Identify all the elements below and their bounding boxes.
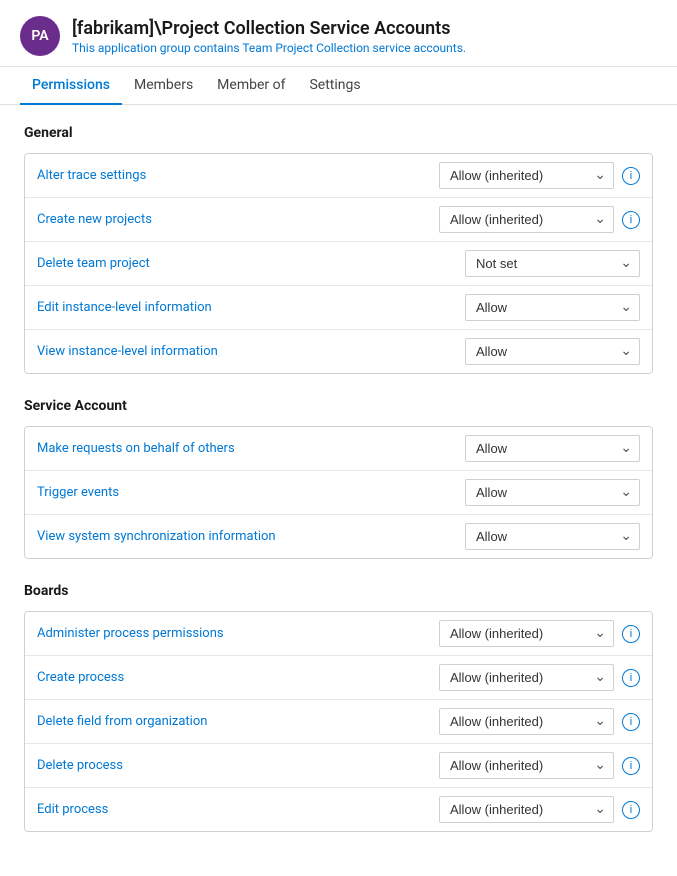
permission-row-view-sync: View system synchronization information …	[25, 515, 652, 558]
select-edit-instance[interactable]: Allow Not set Allow (inherited) Deny	[465, 294, 640, 321]
select-administer-process[interactable]: Allow (inherited) Not set Allow Deny	[439, 620, 614, 647]
select-wrapper-edit-process: Allow (inherited) Not set Allow Deny	[439, 796, 614, 823]
select-trigger-events[interactable]: Allow Not set Allow (inherited) Deny	[465, 479, 640, 506]
permission-label-create-process[interactable]: Create process	[37, 670, 439, 685]
permission-control-delete-project: Not set Allow Allow (inherited) Deny	[465, 250, 640, 277]
permission-row-delete-project: Delete team project Not set Allow Allow …	[25, 242, 652, 286]
tab-permissions[interactable]: Permissions	[20, 67, 122, 105]
permission-control-create-projects: Allow (inherited) Not set Allow Deny i	[439, 206, 640, 233]
info-icon-delete-process[interactable]: i	[622, 757, 640, 775]
permission-control-edit-instance: Allow Not set Allow (inherited) Deny	[465, 294, 640, 321]
permission-label-delete-process[interactable]: Delete process	[37, 758, 439, 773]
permission-control-administer-process: Allow (inherited) Not set Allow Deny i	[439, 620, 640, 647]
tab-members[interactable]: Members	[122, 67, 205, 105]
select-wrapper-alter-trace: Allow (inherited) Not set Allow Deny	[439, 162, 614, 189]
select-alter-trace[interactable]: Allow (inherited) Not set Allow Deny	[439, 162, 614, 189]
select-wrapper-trigger-events: Allow Not set Allow (inherited) Deny	[465, 479, 640, 506]
select-create-projects[interactable]: Allow (inherited) Not set Allow Deny	[439, 206, 614, 233]
permission-row-create-projects: Create new projects Allow (inherited) No…	[25, 198, 652, 242]
select-edit-process[interactable]: Allow (inherited) Not set Allow Deny	[439, 796, 614, 823]
permission-row-administer-process: Administer process permissions Allow (in…	[25, 612, 652, 656]
select-delete-process[interactable]: Allow (inherited) Not set Allow Deny	[439, 752, 614, 779]
permission-row-create-process: Create process Allow (inherited) Not set…	[25, 656, 652, 700]
permission-control-alter-trace: Allow (inherited) Not set Allow Deny i	[439, 162, 640, 189]
permission-control-delete-process: Allow (inherited) Not set Allow Deny i	[439, 752, 640, 779]
page-subtitle: This application group contains Team Pro…	[72, 41, 466, 55]
section-general-title: General	[24, 125, 653, 141]
permission-control-make-requests: Allow Not set Allow (inherited) Deny	[465, 435, 640, 462]
select-wrapper-make-requests: Allow Not set Allow (inherited) Deny	[465, 435, 640, 462]
select-wrapper-view-instance: Allow Not set Allow (inherited) Deny	[465, 338, 640, 365]
permission-label-alter-trace[interactable]: Alter trace settings	[37, 168, 439, 183]
permission-label-edit-process[interactable]: Edit process	[37, 802, 439, 817]
section-general-body: Alter trace settings Allow (inherited) N…	[24, 153, 653, 374]
info-icon-edit-process[interactable]: i	[622, 801, 640, 819]
info-icon-create-projects[interactable]: i	[622, 211, 640, 229]
section-service-account-body: Make requests on behalf of others Allow …	[24, 426, 653, 559]
permission-row-edit-process: Edit process Allow (inherited) Not set A…	[25, 788, 652, 831]
section-service-account: Service Account Make requests on behalf …	[24, 398, 653, 559]
nav-tabs: Permissions Members Member of Settings	[0, 67, 677, 105]
select-wrapper-delete-field: Allow (inherited) Not set Allow Deny	[439, 708, 614, 735]
header-text: [fabrikam]\Project Collection Service Ac…	[72, 18, 466, 55]
select-wrapper-delete-process: Allow (inherited) Not set Allow Deny	[439, 752, 614, 779]
select-create-process[interactable]: Allow (inherited) Not set Allow Deny	[439, 664, 614, 691]
section-boards-body: Administer process permissions Allow (in…	[24, 611, 653, 832]
permission-control-delete-field: Allow (inherited) Not set Allow Deny i	[439, 708, 640, 735]
section-general: General Alter trace settings Allow (inhe…	[24, 125, 653, 374]
select-view-sync[interactable]: Allow Not set Allow (inherited) Deny	[465, 523, 640, 550]
select-wrapper-administer-process: Allow (inherited) Not set Allow Deny	[439, 620, 614, 647]
section-service-account-title: Service Account	[24, 398, 653, 414]
permission-control-trigger-events: Allow Not set Allow (inherited) Deny	[465, 479, 640, 506]
permission-control-view-sync: Allow Not set Allow (inherited) Deny	[465, 523, 640, 550]
page-title: [fabrikam]\Project Collection Service Ac…	[72, 18, 466, 39]
permission-label-create-projects[interactable]: Create new projects	[37, 212, 439, 227]
select-wrapper-delete-project: Not set Allow Allow (inherited) Deny	[465, 250, 640, 277]
info-icon-delete-field[interactable]: i	[622, 713, 640, 731]
select-wrapper-create-projects: Allow (inherited) Not set Allow Deny	[439, 206, 614, 233]
permission-label-view-instance[interactable]: View instance-level information	[37, 344, 465, 359]
tab-member-of[interactable]: Member of	[205, 67, 297, 105]
info-icon-administer-process[interactable]: i	[622, 625, 640, 643]
section-boards: Boards Administer process permissions Al…	[24, 583, 653, 832]
info-icon-alter-trace[interactable]: i	[622, 167, 640, 185]
permission-control-create-process: Allow (inherited) Not set Allow Deny i	[439, 664, 640, 691]
tab-settings[interactable]: Settings	[297, 67, 372, 105]
permission-row-make-requests: Make requests on behalf of others Allow …	[25, 427, 652, 471]
select-delete-field[interactable]: Allow (inherited) Not set Allow Deny	[439, 708, 614, 735]
select-make-requests[interactable]: Allow Not set Allow (inherited) Deny	[465, 435, 640, 462]
select-wrapper-view-sync: Allow Not set Allow (inherited) Deny	[465, 523, 640, 550]
select-delete-project[interactable]: Not set Allow Allow (inherited) Deny	[465, 250, 640, 277]
permission-row-delete-process: Delete process Allow (inherited) Not set…	[25, 744, 652, 788]
permission-row-view-instance: View instance-level information Allow No…	[25, 330, 652, 373]
page-header: PA [fabrikam]\Project Collection Service…	[0, 0, 677, 67]
permission-label-edit-instance[interactable]: Edit instance-level information	[37, 300, 465, 315]
permission-control-view-instance: Allow Not set Allow (inherited) Deny	[465, 338, 640, 365]
select-wrapper-edit-instance: Allow Not set Allow (inherited) Deny	[465, 294, 640, 321]
permission-label-make-requests[interactable]: Make requests on behalf of others	[37, 441, 465, 456]
main-content: General Alter trace settings Allow (inhe…	[0, 105, 677, 876]
permission-control-edit-process: Allow (inherited) Not set Allow Deny i	[439, 796, 640, 823]
permission-label-view-sync[interactable]: View system synchronization information	[37, 529, 465, 544]
permission-label-administer-process[interactable]: Administer process permissions	[37, 626, 439, 641]
permission-row-trigger-events: Trigger events Allow Not set Allow (inhe…	[25, 471, 652, 515]
permission-row-edit-instance: Edit instance-level information Allow No…	[25, 286, 652, 330]
permission-label-delete-project[interactable]: Delete team project	[37, 256, 465, 271]
permission-row-delete-field: Delete field from organization Allow (in…	[25, 700, 652, 744]
avatar: PA	[20, 16, 60, 56]
permission-label-delete-field[interactable]: Delete field from organization	[37, 714, 439, 729]
permission-label-trigger-events[interactable]: Trigger events	[37, 485, 465, 500]
permission-row-alter-trace: Alter trace settings Allow (inherited) N…	[25, 154, 652, 198]
select-view-instance[interactable]: Allow Not set Allow (inherited) Deny	[465, 338, 640, 365]
select-wrapper-create-process: Allow (inherited) Not set Allow Deny	[439, 664, 614, 691]
info-icon-create-process[interactable]: i	[622, 669, 640, 687]
section-boards-title: Boards	[24, 583, 653, 599]
